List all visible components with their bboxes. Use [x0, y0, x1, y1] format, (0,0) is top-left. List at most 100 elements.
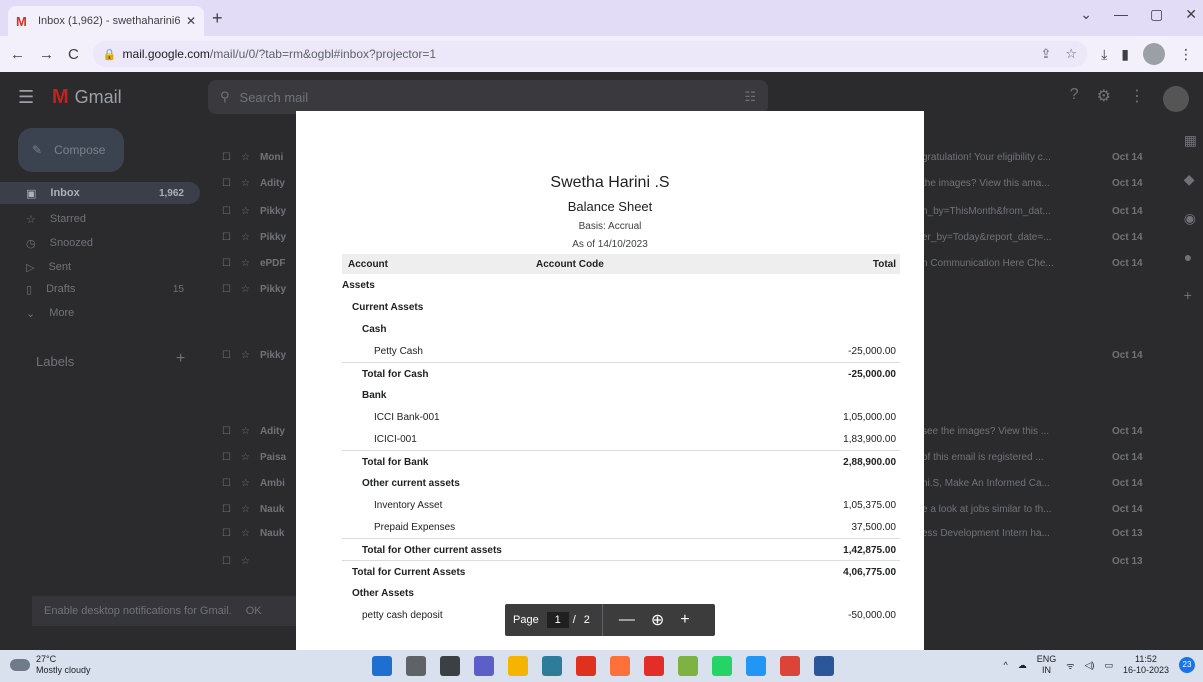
tab-close-icon[interactable]: ✕	[186, 14, 196, 28]
search-mail-input[interactable]: ⚲ Search mail ☷	[208, 80, 768, 114]
onedrive-icon[interactable]: ☁	[1018, 660, 1027, 671]
checkbox-icon[interactable]: ☐	[222, 426, 231, 437]
checkbox-icon[interactable]: ☐	[222, 528, 231, 539]
sidebar-item-sent[interactable]: ▷ Sent	[0, 256, 200, 278]
side-panel-icon[interactable]: ▮	[1121, 46, 1129, 63]
profile-avatar[interactable]	[1143, 43, 1165, 65]
search-taskbar-icon[interactable]	[406, 656, 426, 676]
account-avatar[interactable]	[1163, 86, 1189, 112]
photos-icon[interactable]	[746, 656, 766, 676]
star-icon[interactable]: ☆	[241, 258, 250, 269]
close-window-button[interactable]: ✕	[1185, 6, 1197, 23]
sidebar-item-more[interactable]: ⌄ More	[0, 302, 200, 324]
minimize-button[interactable]: —	[1114, 6, 1128, 23]
support-icon[interactable]: ?	[1070, 86, 1079, 112]
mail-date: Oct 14	[1112, 205, 1143, 217]
sidebar-item-snoozed[interactable]: ◷ Snoozed	[0, 232, 200, 254]
browser-menu-icon[interactable]: ⋮	[1179, 46, 1193, 63]
checkbox-icon[interactable]: ☐	[222, 178, 231, 189]
new-tab-button[interactable]: +	[212, 8, 223, 29]
checkbox-icon[interactable]: ☐	[222, 452, 231, 463]
checkbox-icon[interactable]: ☐	[222, 478, 231, 489]
word-icon[interactable]	[814, 656, 834, 676]
star-icon[interactable]: ☆	[241, 556, 250, 567]
star-icon[interactable]: ☆	[241, 478, 250, 489]
sidebar-item-inbox[interactable]: ▣ Inbox 1,962	[0, 182, 200, 204]
gmail-wordmark: Gmail	[74, 87, 122, 107]
checkbox-icon[interactable]: ☐	[222, 504, 231, 515]
apps-grid-icon[interactable]: ⋮	[1129, 86, 1145, 112]
star-icon[interactable]: ☆	[241, 350, 250, 361]
calendar-icon[interactable]: ▦	[1184, 132, 1197, 149]
wifi-icon[interactable]: ᯤ	[1066, 659, 1074, 672]
url-host: mail.google.com	[122, 47, 210, 61]
volume-icon[interactable]: ◁)	[1085, 660, 1095, 671]
add-label-icon[interactable]: +	[176, 350, 185, 368]
compose-button[interactable]: ✎ Compose	[18, 128, 124, 172]
star-icon[interactable]: ☆	[241, 426, 250, 437]
start-icon[interactable]	[372, 656, 392, 676]
star-icon[interactable]: ☆	[241, 206, 250, 217]
settings-gear-icon[interactable]: ⚙	[1097, 86, 1111, 112]
whatsapp-icon[interactable]	[712, 656, 732, 676]
notification-count-badge[interactable]: 23	[1179, 657, 1195, 673]
star-icon[interactable]: ☆	[241, 284, 250, 295]
checkbox-icon[interactable]: ☐	[222, 556, 231, 567]
reload-button[interactable]: C	[68, 46, 79, 63]
chrome-icon[interactable]	[780, 656, 800, 676]
star-icon[interactable]: ☆	[241, 152, 250, 163]
main-menu-icon[interactable]: ☰	[18, 87, 34, 108]
zoom-out-button[interactable]: —	[619, 611, 635, 629]
zoom-in-button[interactable]: +	[680, 611, 689, 629]
star-icon[interactable]: ☆	[241, 528, 250, 539]
zoom-reset-icon[interactable]: ⊕	[651, 610, 664, 630]
tray-overflow-icon[interactable]: ^	[1004, 660, 1008, 670]
weather-widget[interactable]: 27°C Mostly cloudy	[10, 654, 91, 676]
share-icon[interactable]: ⇪	[1041, 46, 1052, 62]
search-options-icon[interactable]: ☷	[744, 89, 756, 105]
account-name: Assets	[342, 280, 375, 291]
table-row: Bank	[342, 384, 900, 406]
notification-ok-button[interactable]: OK	[246, 605, 262, 617]
address-bar[interactable]: 🔒 mail.google.com/mail/u/0/?tab=rm&ogbl#…	[92, 41, 1088, 67]
pdf-page-controls: Page 1 / 2 — ⊕ +	[505, 604, 715, 636]
store-icon[interactable]	[542, 656, 562, 676]
firefox-icon[interactable]	[610, 656, 630, 676]
sidebar-item-starred[interactable]: ☆ Starred	[0, 208, 200, 230]
download-icon[interactable]: ⤓	[1101, 46, 1107, 63]
checkbox-icon[interactable]: ☐	[222, 206, 231, 217]
gmail-logo[interactable]: M Gmail	[52, 86, 122, 109]
language-indicator[interactable]: ENG IN	[1037, 654, 1057, 676]
checkbox-icon[interactable]: ☐	[222, 350, 231, 361]
checkbox-icon[interactable]: ☐	[222, 152, 231, 163]
forward-button[interactable]: →	[39, 46, 54, 63]
tasks-icon[interactable]: ◉	[1184, 210, 1197, 227]
task-view-icon[interactable]	[440, 656, 460, 676]
lock-icon[interactable]: 🔒	[103, 48, 117, 61]
bookmark-star-icon[interactable]: ☆	[1065, 46, 1077, 62]
browser-tab-inbox[interactable]: M Inbox (1,962) - swethaharini60@ ✕	[8, 6, 204, 36]
star-icon[interactable]: ☆	[241, 232, 250, 243]
opera-icon[interactable]	[576, 656, 596, 676]
checkbox-icon[interactable]: ☐	[222, 232, 231, 243]
back-button[interactable]: ←	[10, 46, 25, 63]
star-icon[interactable]: ☆	[241, 178, 250, 189]
checkbox-icon[interactable]: ☐	[222, 258, 231, 269]
add-addon-icon[interactable]: +	[1184, 287, 1197, 303]
battery-icon[interactable]: ▭	[1104, 660, 1113, 671]
contacts-icon[interactable]: ●	[1184, 249, 1197, 265]
app-icon[interactable]	[678, 656, 698, 676]
tab-search-icon[interactable]: ⌄	[1080, 6, 1092, 23]
sidebar-item-drafts[interactable]: ▯ Drafts 15	[0, 278, 200, 300]
star-icon[interactable]: ☆	[241, 504, 250, 515]
clock[interactable]: 11:52 16-10-2023	[1123, 654, 1169, 676]
star-icon[interactable]: ☆	[241, 452, 250, 463]
page-number-input[interactable]: 1	[546, 612, 569, 628]
chat-icon[interactable]	[474, 656, 494, 676]
file-explorer-icon[interactable]	[508, 656, 528, 676]
youtube-icon[interactable]	[644, 656, 664, 676]
keep-icon[interactable]: ◆	[1184, 171, 1197, 188]
maximize-button[interactable]: ▢	[1150, 6, 1163, 23]
search-icon[interactable]: ⚲	[220, 89, 230, 105]
checkbox-icon[interactable]: ☐	[222, 284, 231, 295]
